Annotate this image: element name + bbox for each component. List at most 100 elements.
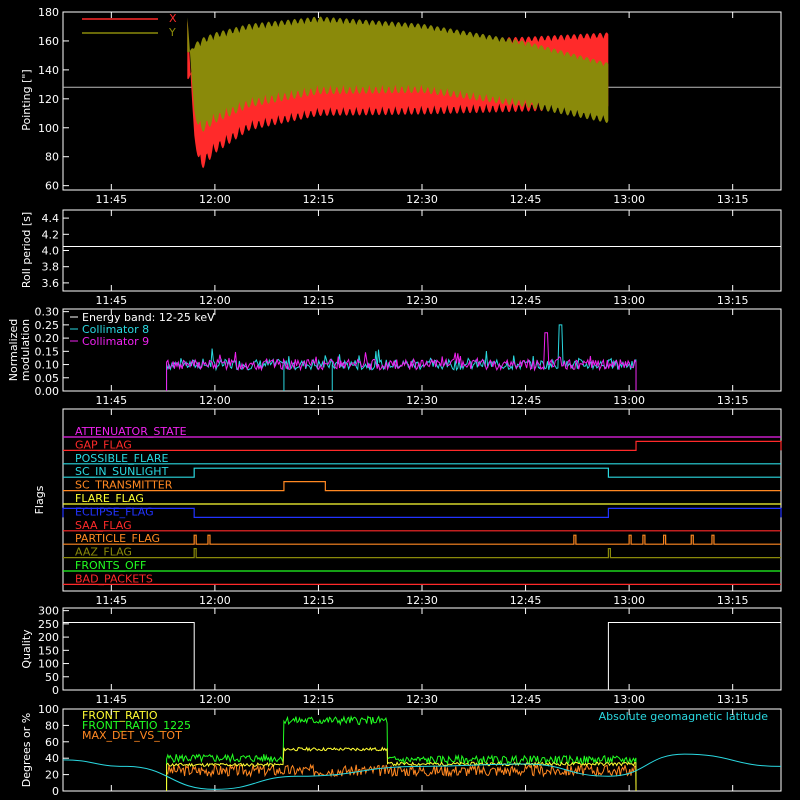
modulation-ytick-label: 0.30 — [35, 306, 60, 319]
latitude-ytick-label: 40 — [45, 752, 59, 765]
flag-label-bad_packets: BAD_PACKETS — [75, 572, 153, 585]
roll-ytick-label: 3.8 — [42, 261, 60, 274]
modulation-ytick-label: 0.05 — [35, 372, 60, 385]
x-tick-label: 12:30 — [406, 193, 438, 206]
flag-label-fronts_off: FRONTS_OFF — [75, 559, 146, 572]
quality-ytick-label: 50 — [45, 671, 59, 684]
x-tick-label: 12:15 — [303, 594, 335, 607]
quality-ytick-label: 300 — [38, 605, 59, 618]
quality-ytick-label: 250 — [38, 618, 59, 631]
x-tick-label: 12:15 — [303, 294, 335, 307]
modulation-ytick-label: 0.00 — [35, 385, 60, 398]
quicklook-figure: Pointing ["] Roll period [s] Normalized … — [7, 6, 782, 798]
latitude-ytick-label: 20 — [45, 769, 59, 782]
modulation-series-col8 — [166, 324, 637, 391]
quality-ytick-label: 150 — [38, 644, 59, 657]
x-tick-label: 12:15 — [303, 394, 335, 407]
chart-marks: 11:45 12:00 12:15 12:30 12:45 13:00 13:15 11:45… — [35, 6, 782, 798]
x-tick-label: 13:00 — [613, 693, 645, 706]
latitude-ytick-label: 100 — [38, 703, 59, 716]
roll-ylabel: Roll period [s] — [20, 212, 33, 288]
pointing-ylabel: Pointing ["] — [20, 69, 33, 130]
pointing-legend-y: Y — [168, 26, 176, 39]
latitude-ytick-label: 0 — [52, 785, 59, 798]
latitude-legend-geomag: Absolute geomagnetic latitude — [599, 710, 769, 723]
flag-line-particle_flag — [63, 534, 781, 545]
roll-ytick-label: 4.4 — [42, 212, 60, 225]
pointing-ytick-label: 100 — [38, 122, 59, 135]
flag-label-saa_flag: SAA_FLAG — [75, 519, 132, 532]
modulation-ylabel-line2: modulation — [19, 319, 32, 381]
x-tick-label: 12:30 — [406, 693, 438, 706]
pointing-legend: X Y — [82, 12, 177, 39]
flag-label-attenuator_state: ATTENUATOR_STATE — [75, 425, 187, 438]
flag-line-gap_flag — [63, 440, 782, 451]
x-tick-label: 12:15 — [303, 693, 335, 706]
latitude-series-front-ratio-1225 — [166, 715, 637, 792]
pointing-ytick-label: 80 — [45, 151, 59, 164]
x-tick-label: 11:45 — [95, 294, 127, 307]
pointing-ytick-label: 120 — [38, 93, 59, 106]
x-tick-label: 12:00 — [199, 193, 231, 206]
x-tick-label: 12:00 — [199, 394, 231, 407]
quality-panel-frame — [62, 607, 782, 691]
roll-ytick-label: 3.6 — [42, 277, 60, 290]
x-tick-label: 12:45 — [510, 294, 542, 307]
latitude-legend: FRONT_RATIO FRONT_RATIO_1225 MAX_DET_VS_… — [82, 709, 768, 742]
flag-label-sc_transmitter: SC_TRANSMITTER — [75, 479, 173, 492]
modulation-ytick-label: 0.25 — [35, 319, 60, 332]
x-tick-label: 12:45 — [510, 693, 542, 706]
x-tick-label: 13:00 — [613, 394, 645, 407]
flag-line-sc_in_sunlight — [63, 467, 781, 478]
pointing-legend-x: X — [169, 12, 177, 25]
x-tick-label: 11:45 — [95, 693, 127, 706]
pointing-ytick-label: 60 — [45, 180, 59, 193]
flag-label-particle_flag: PARTICLE_FLAG — [75, 532, 160, 545]
x-tick-label: 13:15 — [717, 294, 749, 307]
x-tick-label: 13:15 — [717, 594, 749, 607]
x-tick-label: 13:15 — [717, 193, 749, 206]
flag-label-possible_flare: POSSIBLE_FLARE — [75, 452, 169, 465]
quality-ytick-label: 100 — [38, 658, 59, 671]
flag-label-eclipse_flag: ECLIPSE_FLAG — [75, 505, 154, 518]
flag-line-aaz_flag — [63, 548, 781, 559]
roll-ytick-label: 4.2 — [42, 228, 60, 241]
x-tick-label: 12:30 — [406, 394, 438, 407]
quality-ylabel: Quality — [20, 629, 33, 669]
modulation-legend: Energy band: 12-25 keV Collimator 8 Coll… — [70, 311, 215, 348]
quality-line — [63, 622, 781, 691]
x-tick-label: 13:15 — [717, 394, 749, 407]
x-tick-label: 13:00 — [613, 294, 645, 307]
latitude-ytick-label: 60 — [45, 736, 59, 749]
modulation-ytick-label: 0.20 — [35, 332, 60, 345]
pointing-ytick-label: 140 — [38, 64, 59, 77]
flag-label-aaz_flag: AAZ_FLAG — [75, 546, 132, 559]
latitude-series-max-det — [166, 763, 637, 792]
x-tick-label: 11:45 — [95, 193, 127, 206]
roll-ytick-label: 4.0 — [42, 245, 60, 258]
x-tick-label: 11:45 — [95, 594, 127, 607]
x-tick-label: 12:45 — [510, 594, 542, 607]
flag-line-eclipse_flag — [62, 507, 782, 518]
flag-label-flare_flag: FLARE_FLAG — [75, 492, 144, 505]
quality-ytick-label: 0 — [52, 684, 59, 697]
flags-ylabel: Flags — [33, 485, 46, 514]
latitude-ytick-label: 80 — [45, 719, 59, 732]
modulation-ytick-label: 0.10 — [35, 359, 60, 372]
x-tick-label: 13:00 — [613, 193, 645, 206]
x-tick-label: 12:30 — [406, 594, 438, 607]
flag-label-gap_flag: GAP_FLAG — [75, 438, 132, 451]
x-tick-label: 12:00 — [199, 693, 231, 706]
x-tick-label: 12:00 — [199, 594, 231, 607]
x-tick-label: 13:00 — [613, 594, 645, 607]
x-tick-label: 12:45 — [510, 394, 542, 407]
latitude-ylabel: Degrees or % — [20, 713, 33, 787]
pointing-ytick-label: 160 — [38, 35, 59, 48]
latitude-legend-max-det: MAX_DET_VS_TOT — [82, 729, 182, 742]
modulation-ytick-label: 0.15 — [35, 345, 60, 358]
x-tick-label: 12:45 — [510, 193, 542, 206]
roll-panel-frame — [62, 209, 782, 292]
modulation-legend-col9: Collimator 9 — [82, 335, 149, 348]
flag-label-sc_in_sunlight: SC_IN_SUNLIGHT — [75, 465, 169, 478]
x-tick-label: 11:45 — [95, 394, 127, 407]
